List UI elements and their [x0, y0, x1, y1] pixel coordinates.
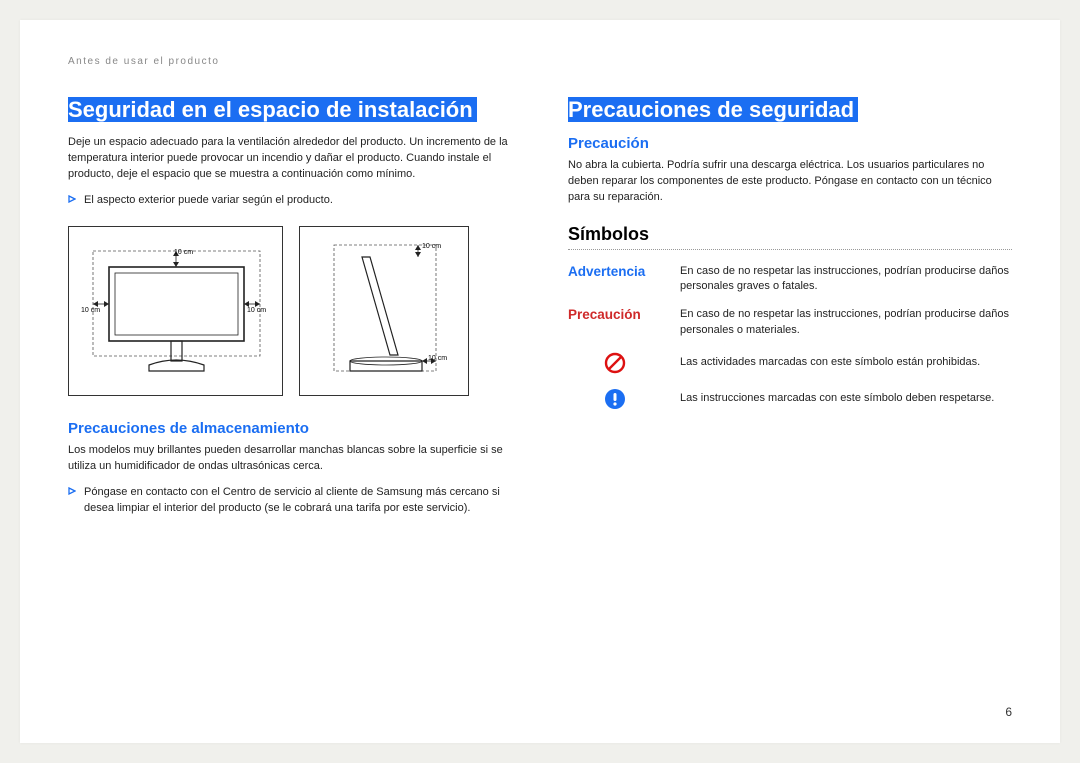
label-10cm-left: 10 cm	[81, 307, 100, 314]
label-caution: Precaución	[568, 307, 662, 322]
precaution-paragraph: No abra la cubierta. Podría sufrir una d…	[568, 158, 1012, 206]
label-10cm-side-bottom: 10 cm	[428, 355, 447, 362]
prohibited-icon	[568, 351, 662, 375]
mandatory-icon	[568, 387, 662, 411]
symbol-row-caution: Precaución En caso de no respetar las in…	[568, 307, 1012, 339]
label-10cm-right: 10 cm	[247, 307, 266, 314]
bullet-item: El aspecto exterior puede variar según e…	[68, 193, 512, 209]
subheading-storage-precautions: Precauciones de almacenamiento	[68, 420, 512, 437]
bullet-text: Póngase en contacto con el Centro de ser…	[84, 485, 512, 517]
text-caution: En caso de no respetar las instrucciones…	[680, 307, 1012, 339]
symbol-row-warning: Advertencia En caso de no respetar las i…	[568, 264, 1012, 296]
heading-installation-safety: Seguridad en el espacio de instalación	[68, 95, 512, 125]
text-mandatory: Las instrucciones marcadas con este símb…	[680, 391, 1012, 407]
text-warning: En caso de no respetar las instrucciones…	[680, 264, 1012, 296]
two-column-layout: Seguridad en el espacio de instalación D…	[68, 95, 1012, 527]
label-10cm-side-top: 10 cm	[422, 243, 441, 250]
page-number: 6	[1005, 705, 1012, 719]
manual-page: Antes de usar el producto Seguridad en e…	[20, 20, 1060, 743]
column-right: Precauciones de seguridad Precaución No …	[568, 95, 1012, 527]
symbol-row-prohibited: Las actividades marcadas con este símbol…	[568, 351, 1012, 375]
dotted-rule	[568, 249, 1012, 250]
figure-side-view: 10 cm 10 cm	[299, 226, 469, 396]
heading-symbols: Símbolos	[568, 224, 1012, 247]
subheading-precaution: Precaución	[568, 135, 1012, 152]
label-10cm-top: 10 cm	[174, 249, 193, 256]
bullet-marker-icon	[68, 195, 76, 209]
bullet-item: Póngase en contacto con el Centro de ser…	[68, 485, 512, 517]
column-left: Seguridad en el espacio de instalación D…	[68, 95, 512, 527]
bullet-text: El aspecto exterior puede variar según e…	[84, 193, 333, 209]
storage-paragraph: Los modelos muy brillantes pueden desarr…	[68, 443, 512, 475]
symbol-row-mandatory: Las instrucciones marcadas con este símb…	[568, 387, 1012, 411]
breadcrumb: Antes de usar el producto	[68, 56, 1012, 67]
figure-front-view: 10 cm 10 cm 10 cm	[68, 226, 283, 396]
intro-paragraph: Deje un espacio adecuado para la ventila…	[68, 135, 512, 183]
label-warning: Advertencia	[568, 264, 662, 279]
bullet-marker-icon	[68, 487, 76, 517]
figure-row: 10 cm 10 cm 10 cm	[68, 226, 512, 396]
text-prohibited: Las actividades marcadas con este símbol…	[680, 355, 1012, 371]
heading-safety-precautions: Precauciones de seguridad	[568, 95, 1012, 125]
